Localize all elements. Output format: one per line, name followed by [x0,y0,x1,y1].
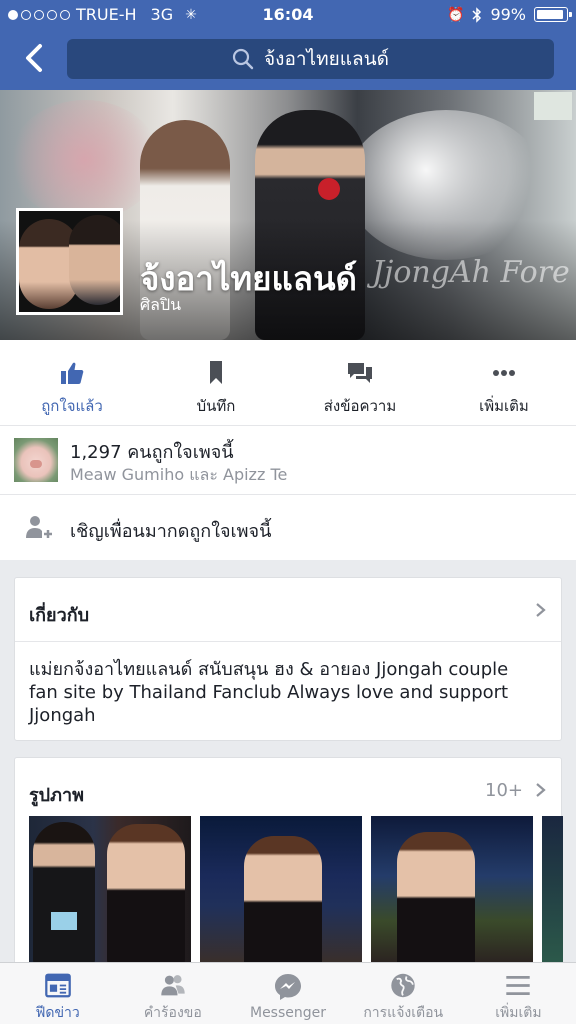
bluetooth-icon [472,6,482,23]
tab-more[interactable]: เพิ่มเติม [461,963,576,1024]
alarm-icon: ⏰ [447,6,465,23]
tab-messenger[interactable]: Messenger [230,963,345,1024]
tab-requests-label: คำร้องขอ [143,1005,202,1021]
message-icon [348,363,372,383]
likes-row[interactable]: 1,297 คนถูกใจเพจนี้ Meaw Gumiho และ Apiz… [0,427,576,495]
status-right: ⏰ 99% [447,5,572,24]
photos-header[interactable]: รูปภาพ 10+ [15,758,561,822]
profile-picture[interactable] [16,208,123,315]
photos-count: 10+ [485,780,523,801]
about-card: เกี่ยวกับ แม่ยกจ้งอาไทยแลนด์ สนับสนุน ฮง… [14,577,562,741]
friend-avatar [14,438,58,482]
about-title: เกี่ยวกับ [29,605,90,626]
photo-thumbnail[interactable] [200,816,362,966]
liked-label: ถูกใจแล้ว [41,397,103,415]
broadcast-logo [534,92,572,120]
status-bar: TRUE-H 3G ✳ 16:04 ⏰ 99% [0,0,576,30]
page-header-section: ถูกใจแล้ว บันทึก ส่งข้อความ เพิ่มเติม 1,… [0,340,576,560]
search-bar[interactable]: จ้งอาไทยแลนด์ [67,39,554,79]
page-category[interactable]: ศิลปิน [140,293,181,318]
tab-notifications-label: การแจ้งเตือน [363,1005,444,1021]
thumbs-up-icon [61,362,84,384]
messenger-icon [275,974,301,1000]
chevron-left-icon [26,44,42,72]
message-button[interactable]: ส่งข้อความ [288,340,432,425]
about-description: แม่ยกจ้งอาไทยแลนด์ สนับสนุน ฮง & อายอง J… [29,659,509,726]
photos-title: รูปภาพ [29,785,84,806]
more-button[interactable]: เพิ่มเติม [432,340,576,425]
photo-strip [29,816,563,966]
more-icon [493,370,515,376]
invite-label: เชิญเพื่อนมากดถูกใจเพจนี้ [70,521,272,542]
cover-watermark: JjongAh Fore [372,255,570,290]
more-label: เพิ่มเติม [479,397,529,415]
likes-count: 1,297 คนถูกใจเพจนี้ [70,442,234,463]
battery-percent: 99% [490,5,526,24]
top-bar: TRUE-H 3G ✳ 16:04 ⏰ 99% จ้งอาไทยแลนด์ [0,0,576,90]
menu-icon [506,976,531,995]
photo-thumbnail[interactable] [371,816,533,966]
friend-requests-icon [161,975,185,996]
about-header[interactable]: เกี่ยวกับ [15,578,561,642]
message-label: ส่งข้อความ [323,397,397,415]
search-icon [232,48,254,70]
invite-friends-row[interactable]: เชิญเพื่อนมากดถูกใจเพจนี้ [0,496,576,560]
tab-more-label: เพิ่มเติม [495,1005,542,1021]
bookmark-icon [210,361,222,384]
chevron-right-icon [536,783,546,797]
news-feed-icon [44,973,71,998]
save-label: บันทึก [196,397,236,415]
chevron-right-icon [536,603,546,617]
tab-notifications[interactable]: การแจ้งเตือน [346,963,461,1024]
tab-news-feed-label: ฟีดข่าว [35,1005,80,1021]
tab-messenger-label: Messenger [249,1005,327,1021]
photo-thumbnail[interactable] [29,816,191,966]
save-button[interactable]: บันทึก [144,340,288,425]
friends-who-like: Meaw Gumiho และ Apizz Te [70,465,288,484]
photos-card: รูปภาพ 10+ [14,757,563,967]
search-text: จ้งอาไทยแลนด์ [264,48,389,70]
photo-thumbnail[interactable] [542,816,563,966]
add-friend-icon [26,516,52,538]
tab-news-feed[interactable]: ฟีดข่าว [0,963,115,1024]
liked-button[interactable]: ถูกใจแล้ว [0,340,144,425]
bottom-tab-bar: ฟีดข่าว คำร้องขอ Messenger การแจ้งเตือน … [0,962,576,1024]
back-button[interactable] [20,42,52,74]
globe-icon [391,973,415,998]
battery-icon [534,7,572,22]
tab-requests[interactable]: คำร้องขอ [115,963,230,1024]
action-bar: ถูกใจแล้ว บันทึก ส่งข้อความ เพิ่มเติม [0,340,576,426]
